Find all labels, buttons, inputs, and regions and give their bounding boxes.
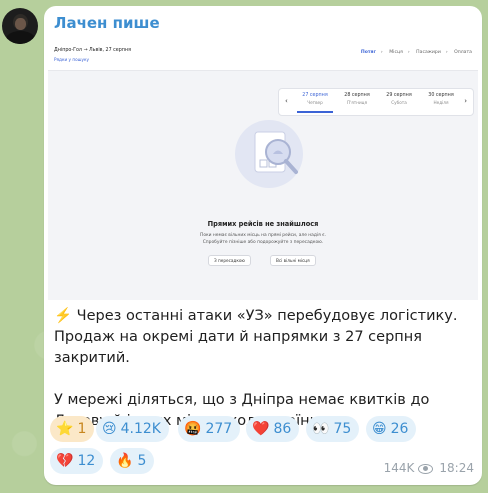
date-selector: ‹ 27 серпня Четвер 28 серпня П'ятниця 29… <box>278 88 474 116</box>
reaction-fire[interactable]: 🔥 5 <box>110 448 155 474</box>
date-option: 28 серпня П'ятниця <box>344 93 370 105</box>
empty-state-title: Прямих рейсів не знайшлося <box>207 220 319 228</box>
empty-search-illustration <box>235 120 303 188</box>
reaction-angry[interactable]: 🤬 277 <box>178 416 241 442</box>
reaction-broken-heart[interactable]: 💔 12 <box>50 448 104 474</box>
reaction-star[interactable]: ⭐ 1 <box>50 416 95 442</box>
booking-header: Дніпро-Гол → Львів, 27 серпня Рядки у по… <box>48 40 478 71</box>
route-title: Дніпро-Гол → Львів, 27 серпня <box>54 48 131 53</box>
reaction-heart[interactable]: ❤️ 86 <box>246 416 300 442</box>
route-sub-link: Рядки у пошуку <box>54 57 89 62</box>
message-paragraph: ⚡️ Через останні атаки «УЗ» перебудовує … <box>54 308 458 366</box>
date-option: 30 серпня Неділя <box>428 93 454 105</box>
reaction-crying[interactable]: 😢 4.12K <box>96 416 169 442</box>
channel-name[interactable]: Лачен пише <box>54 14 160 32</box>
message-bubble: Лачен пише Дніпро-Гол → Львів, 27 серпня… <box>44 6 482 485</box>
empty-state-text: Поки немає вільних місць на прямі рейси,… <box>200 233 326 245</box>
booking-steps: Потяг › Місця › Пасажири › Оплата <box>360 50 472 55</box>
step-payment: Оплата <box>454 50 472 55</box>
reaction-grin[interactable]: 😁 26 <box>366 416 417 442</box>
free-seats-button: Всі вільні місця <box>270 255 316 266</box>
message-text: ⚡️ Через останні атаки «УЗ» перебудовує … <box>54 306 474 432</box>
step-seats: Місця <box>389 50 403 55</box>
eye-icon <box>418 463 434 474</box>
transfer-button: З пересадкою <box>208 255 251 266</box>
channel-avatar[interactable] <box>2 8 38 44</box>
reaction-eyes[interactable]: 👀 75 <box>306 416 360 442</box>
message-time: 18:24 <box>439 461 474 475</box>
attached-image[interactable]: Дніпро-Гол → Львів, 27 серпня Рядки у по… <box>48 40 478 300</box>
step-passengers: Пасажири <box>416 50 441 55</box>
chevron-right-icon: › <box>464 97 467 105</box>
view-count: 144K <box>383 461 415 475</box>
step-train: Потяг <box>360 50 376 55</box>
date-option: 29 серпня Субота <box>386 93 412 105</box>
message-meta: 144K 18:24 <box>384 461 474 475</box>
date-option: 27 серпня Четвер <box>295 93 335 113</box>
chevron-left-icon: ‹ <box>285 97 288 105</box>
